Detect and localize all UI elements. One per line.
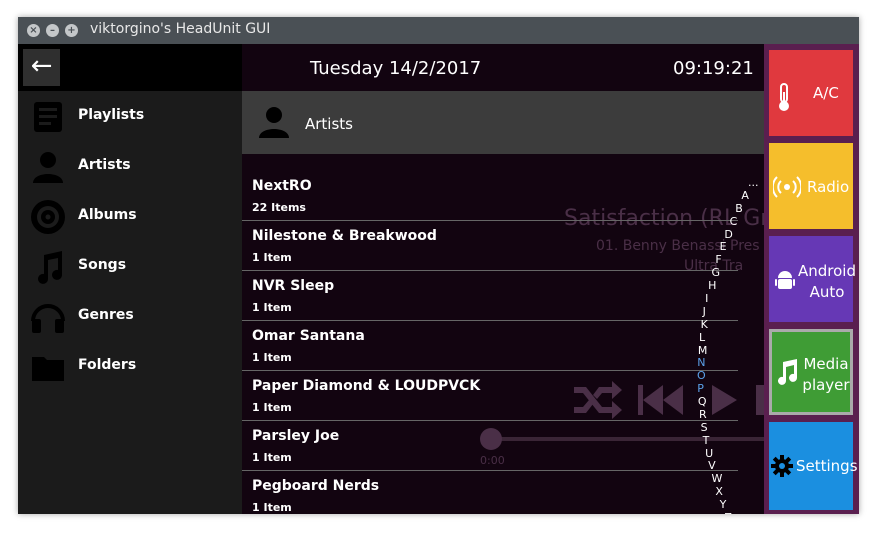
index-letter[interactable]: K: [701, 318, 708, 331]
item-count: 1 Item: [252, 351, 292, 364]
index-letter[interactable]: H: [708, 280, 716, 292]
index-letter[interactable]: P: [697, 383, 704, 395]
tile-label: Android Auto: [798, 262, 856, 301]
index-letter[interactable]: T: [703, 434, 710, 447]
index-letter[interactable]: S: [701, 421, 708, 434]
item-count: 1 Item: [252, 301, 292, 314]
sidebar-item-playlists[interactable]: Playlists: [18, 93, 242, 141]
tile-label: Radio: [807, 178, 850, 196]
thermometer-icon: [779, 83, 789, 111]
list-item[interactable]: Omar Santana 1 Item: [242, 321, 738, 371]
disc-icon: [31, 200, 65, 234]
sidebar-item-albums[interactable]: Albums: [18, 193, 242, 241]
index-letter[interactable]: Y: [720, 499, 727, 511]
sidebar-item-label: Artists: [78, 157, 131, 173]
radio-tile[interactable]: Radio: [769, 143, 853, 229]
index-letter[interactable]: R: [699, 408, 707, 421]
android-icon: [775, 271, 795, 289]
list-item[interactable]: Nilestone & Breakwood 1 Item: [242, 221, 738, 271]
sidebar-item-artists[interactable]: Artists: [18, 143, 242, 191]
media-player-tile[interactable]: Media player: [769, 329, 853, 415]
media-browser: Tuesday 14/2/2017 09:19:21 Artists Satis…: [242, 44, 764, 514]
list-item[interactable]: Parsley Joe 1 Item: [242, 421, 738, 471]
index-letter[interactable]: V: [708, 460, 716, 472]
index-letter[interactable]: ...: [748, 177, 759, 189]
library-sidebar: ← Playlists Artists Albums Songs Genres …: [18, 44, 242, 514]
minimize-window-button[interactable]: –: [46, 24, 59, 37]
index-letter[interactable]: G: [712, 267, 721, 279]
artist-name: Parsley Joe: [252, 428, 340, 444]
tile-label: Settings: [796, 457, 858, 475]
artist-name: NextRO: [252, 178, 312, 194]
gear-icon: [771, 455, 793, 477]
index-letter[interactable]: W: [712, 473, 723, 485]
settings-tile[interactable]: Settings: [769, 422, 858, 510]
index-letter[interactable]: N: [697, 357, 705, 369]
back-bar: ←: [18, 44, 242, 91]
index-letter[interactable]: Z: [724, 512, 732, 515]
index-letter[interactable]: M: [698, 344, 708, 357]
index-letter[interactable]: A: [741, 189, 749, 202]
person-icon: [259, 107, 289, 138]
index-letter[interactable]: I: [705, 292, 708, 305]
index-letter[interactable]: O: [697, 370, 706, 382]
artist-name: NVR Sleep: [252, 278, 335, 294]
index-letter[interactable]: X: [715, 486, 723, 498]
artist-name: Omar Santana: [252, 328, 365, 344]
index-letter[interactable]: E: [720, 241, 727, 253]
close-window-button[interactable]: ×: [27, 24, 40, 37]
list-item[interactable]: Paper Diamond & LOUDPVCK 1 Item: [242, 371, 738, 421]
title-bar: × – + viktorgino's HeadUnit GUI: [18, 17, 859, 44]
index-letter[interactable]: L: [699, 331, 705, 344]
index-letter[interactable]: J: [703, 305, 706, 318]
sidebar-item-label: Songs: [78, 257, 127, 273]
item-count: 1 Item: [252, 251, 292, 264]
index-letter[interactable]: B: [735, 202, 743, 215]
date-display: Tuesday 14/2/2017: [310, 58, 482, 79]
headphones-icon: [31, 304, 65, 333]
radio-icon: [773, 176, 801, 198]
item-count: 1 Item: [252, 501, 292, 514]
person-icon: [33, 152, 63, 183]
app-window: × – + viktorgino's HeadUnit GUI ← Playli…: [18, 17, 859, 514]
folder-icon: [32, 357, 64, 381]
artist-name: Nilestone & Breakwood: [252, 228, 437, 244]
sidebar-item-songs[interactable]: Songs: [18, 243, 242, 291]
sidebar-item-label: Playlists: [78, 107, 145, 123]
sidebar-item-label: Folders: [78, 357, 137, 373]
index-letter[interactable]: C: [730, 215, 738, 228]
item-count: 1 Item: [252, 401, 292, 414]
list-item[interactable]: NVR Sleep 1 Item: [242, 271, 738, 321]
sidebar-item-folders[interactable]: Folders: [18, 343, 242, 391]
music-note-icon: [38, 251, 62, 284]
item-count: 1 Item: [252, 451, 292, 464]
window-title: viktorgino's HeadUnit GUI: [90, 21, 271, 37]
category-title: Artists: [305, 115, 353, 133]
playlist-icon: [34, 102, 62, 132]
back-arrow-icon: ←: [30, 51, 53, 81]
ac-tile[interactable]: A/C: [769, 50, 853, 136]
artist-name: Pegboard Nerds: [252, 478, 380, 494]
music-note-icon: [778, 359, 797, 385]
category-header: Artists: [242, 91, 764, 154]
sidebar-item-label: Albums: [78, 207, 137, 223]
list-item[interactable]: NextRO 22 Items: [242, 171, 738, 221]
index-letter[interactable]: Q: [698, 396, 707, 408]
sidebar-item-label: Genres: [78, 307, 134, 323]
back-button[interactable]: ←: [23, 49, 60, 86]
android-auto-tile[interactable]: Android Auto: [769, 236, 856, 322]
tile-label: Media player: [802, 355, 850, 394]
artist-name: Paper Diamond & LOUDPVCK: [252, 378, 481, 394]
item-count: 22 Items: [252, 201, 306, 214]
index-letter[interactable]: F: [715, 254, 721, 266]
index-letter[interactable]: U: [705, 447, 713, 460]
app-launcher: A/C Radio Android Auto Media player Sett…: [764, 44, 859, 514]
list-item[interactable]: Pegboard Nerds 1 Item: [242, 471, 738, 514]
tile-label: A/C: [813, 84, 839, 102]
maximize-window-button[interactable]: +: [65, 24, 78, 37]
index-letter[interactable]: D: [724, 228, 732, 241]
clock-display: 09:19:21: [673, 58, 754, 79]
sidebar-item-genres[interactable]: Genres: [18, 293, 242, 341]
